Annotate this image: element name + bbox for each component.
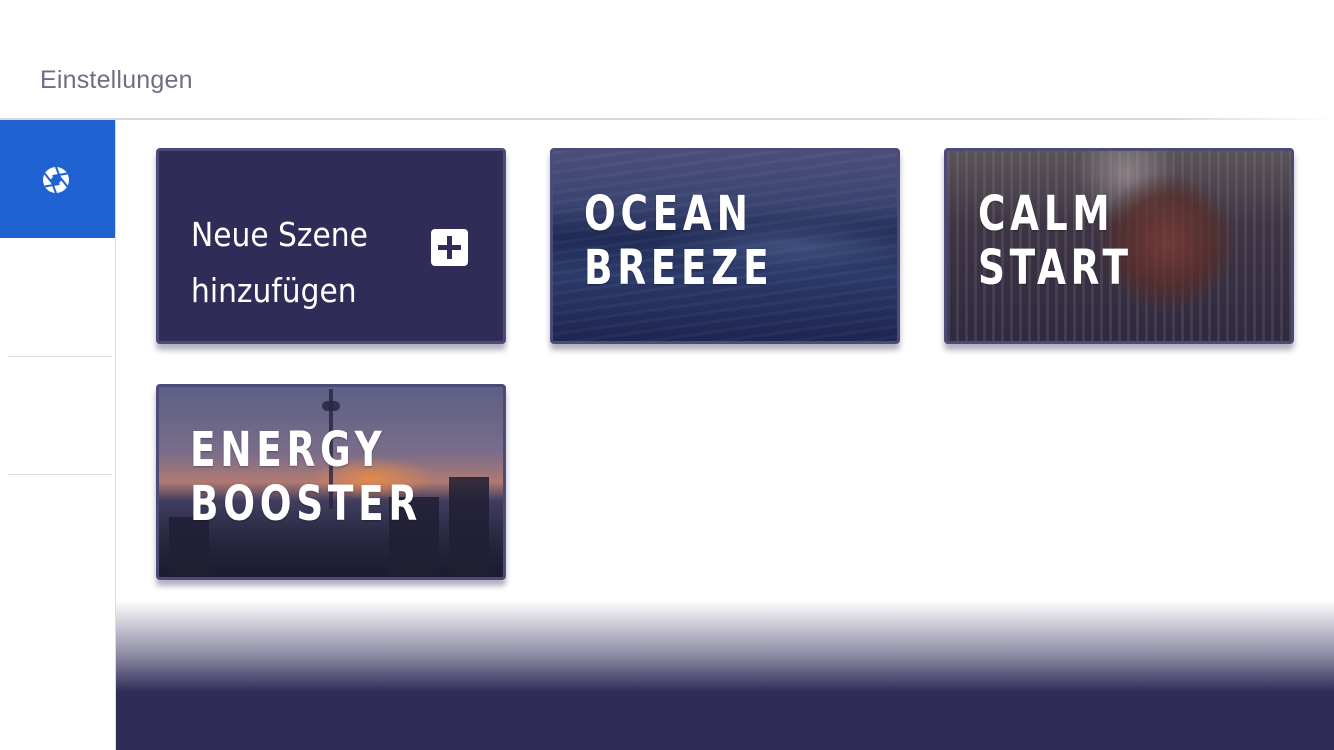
scene-title-line1: ENERGY — [190, 422, 387, 478]
sidebar — [0, 120, 116, 750]
scene-title-line2: BOOSTER — [190, 476, 422, 532]
sidebar-item-scenes[interactable] — [0, 120, 115, 238]
sidebar-divider — [8, 474, 112, 475]
add-scene-label-line2: hinzufügen — [191, 271, 357, 310]
sidebar-item-2[interactable] — [0, 239, 115, 357]
sidebar-item-3[interactable] — [0, 357, 115, 475]
scene-card-ocean-breeze[interactable]: OCEAN BREEZE — [550, 148, 900, 344]
scene-title-line1: CALM — [978, 186, 1115, 242]
scene-title-line2: START — [978, 240, 1133, 296]
bottom-panel — [116, 600, 1334, 750]
aperture-icon — [43, 166, 69, 194]
plus-icon[interactable] — [431, 229, 468, 266]
header-bar: Einstellungen — [0, 0, 1334, 120]
page-title: Einstellungen — [40, 66, 193, 94]
add-scene-label-line1: Neue Szene — [191, 215, 368, 254]
header-divider — [0, 118, 1334, 120]
scene-title-line1: OCEAN — [584, 186, 753, 242]
building-silhouette — [449, 477, 489, 577]
add-scene-card[interactable]: Neue Szene hinzufügen — [156, 148, 506, 344]
scene-title-line2: BREEZE — [584, 240, 774, 296]
scene-card-calm-start[interactable]: CALM START — [944, 148, 1294, 344]
scene-card-energy-booster[interactable]: ENERGY BOOSTER — [156, 384, 506, 580]
